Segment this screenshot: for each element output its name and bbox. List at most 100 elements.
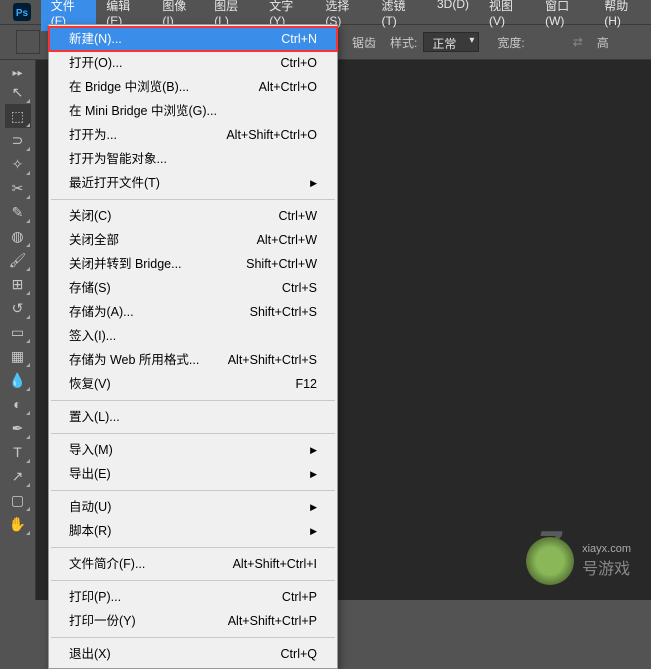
menu-item[interactable]: 在 Bridge 中浏览(B)...Alt+Ctrl+O <box>49 75 337 99</box>
menu-窗口[interactable]: 窗口(W) <box>535 0 594 31</box>
menu-item[interactable]: 在 Mini Bridge 中浏览(G)... <box>49 99 337 123</box>
menu-3d[interactable]: 3D(D) <box>427 0 479 31</box>
menu-item-label: 关闭(C) <box>69 207 111 225</box>
menu-item-label: 文件简介(F)... <box>69 555 145 573</box>
submenu-arrow-icon: ▶ <box>310 441 317 459</box>
menu-item-shortcut: Alt+Shift+Ctrl+P <box>228 612 317 630</box>
menu-item[interactable]: 最近打开文件(T)▶ <box>49 171 337 195</box>
menu-item-label: 打印(P)... <box>69 588 121 606</box>
menu-item[interactable]: 脚本(R)▶ <box>49 519 337 543</box>
menu-item[interactable]: 置入(L)... <box>49 405 337 429</box>
app-logo-icon: Ps <box>12 2 33 22</box>
shape-tool[interactable]: ▢ <box>5 488 31 512</box>
menu-item[interactable]: 导入(M)▶ <box>49 438 337 462</box>
menu-视图[interactable]: 视图(V) <box>479 0 535 31</box>
watermark-text: 号游戏 <box>582 555 631 579</box>
menubar: Ps 文件(F)编辑(E)图像(I)图层(L)文字(Y)选择(S)滤镜(T)3D… <box>0 0 651 24</box>
svg-text:Ps: Ps <box>16 8 29 19</box>
menu-item-label: 在 Mini Bridge 中浏览(G)... <box>69 102 217 120</box>
menu-item[interactable]: 打印一份(Y) Alt+Shift+Ctrl+P <box>49 609 337 633</box>
menu-item[interactable]: 存储(S)Ctrl+S <box>49 276 337 300</box>
menu-item-shortcut: Alt+Shift+Ctrl+O <box>226 126 317 144</box>
menu-item-shortcut: Ctrl+P <box>282 588 317 606</box>
crop-tool[interactable]: ✂ <box>5 176 31 200</box>
menu-item-label: 打开(O)... <box>69 54 122 72</box>
style-select[interactable]: 正常 <box>423 32 479 52</box>
history-tool[interactable]: ↺ <box>5 296 31 320</box>
menu-separator <box>51 433 335 434</box>
menu-separator <box>51 547 335 548</box>
submenu-arrow-icon: ▶ <box>310 522 317 540</box>
menu-item-shortcut: Ctrl+W <box>278 207 317 225</box>
move-tool[interactable]: ↖ <box>5 80 31 104</box>
menu-item-label: 存储为 Web 所用格式... <box>69 351 199 369</box>
menu-item[interactable]: 打开(O)...Ctrl+O <box>49 51 337 75</box>
file-menu-dropdown: 新建(N)...Ctrl+N打开(O)...Ctrl+O在 Bridge 中浏览… <box>48 24 338 669</box>
gradient-tool[interactable]: ▦ <box>5 344 31 368</box>
eyedropper-tool[interactable]: ✎ <box>5 200 31 224</box>
blur-tool[interactable]: 💧 <box>5 368 31 392</box>
menu-item[interactable]: 关闭并转到 Bridge... Shift+Ctrl+W <box>49 252 337 276</box>
type-tool[interactable]: T <box>5 440 31 464</box>
tool-preset-icon[interactable] <box>16 30 40 54</box>
menu-item-label: 恢复(V) <box>69 375 111 393</box>
submenu-arrow-icon: ▶ <box>310 174 317 192</box>
menu-item[interactable]: 自动(U)▶ <box>49 495 337 519</box>
menu-item-label: 置入(L)... <box>69 408 120 426</box>
menu-滤镜[interactable]: 滤镜(T) <box>371 0 427 31</box>
menu-item-label: 存储为(A)... <box>69 303 134 321</box>
menu-item-shortcut: Alt+Shift+Ctrl+I <box>233 555 317 573</box>
menu-item-label: 关闭全部 <box>69 231 119 249</box>
menu-separator <box>51 400 335 401</box>
menu-item[interactable]: 打开为... Alt+Shift+Ctrl+O <box>49 123 337 147</box>
menu-item-shortcut: Alt+Shift+Ctrl+S <box>228 351 317 369</box>
tools-panel: ▸▸ ↖⬚⊃✧✂✎◍🖌⊞↺▭▦💧◐✒T↗▢✋ <box>0 60 36 600</box>
menu-item[interactable]: 文件简介(F)... Alt+Shift+Ctrl+I <box>49 552 337 576</box>
width-label: 宽度: <box>497 34 524 51</box>
menu-item-shortcut: Alt+Ctrl+O <box>259 78 317 96</box>
menu-item-shortcut: F12 <box>295 375 317 393</box>
menu-item-label: 关闭并转到 Bridge... <box>69 255 182 273</box>
antialias-text: 锯齿 <box>352 34 376 51</box>
pen-tool[interactable]: ✒ <box>5 416 31 440</box>
menu-帮助[interactable]: 帮助(H) <box>594 0 651 31</box>
marquee-tool[interactable]: ⬚ <box>5 104 31 128</box>
menu-item[interactable]: 恢复(V) F12 <box>49 372 337 396</box>
menu-item[interactable]: 新建(N)...Ctrl+N <box>49 27 337 51</box>
menu-item-label: 打开为... <box>69 126 117 144</box>
menu-separator <box>51 490 335 491</box>
menu-item-label: 导出(E) <box>69 465 111 483</box>
eraser-tool[interactable]: ▭ <box>5 320 31 344</box>
menu-separator <box>51 580 335 581</box>
menu-item-label: 签入(I)... <box>69 327 116 345</box>
watermark-logo-icon <box>526 537 574 585</box>
menu-item-label: 退出(X) <box>69 645 111 663</box>
menu-item[interactable]: 导出(E) ▶ <box>49 462 337 486</box>
expand-tools-icon[interactable]: ▸▸ <box>5 66 31 80</box>
stamp-tool[interactable]: ⊞ <box>5 272 31 296</box>
heal-tool[interactable]: ◍ <box>5 224 31 248</box>
path-tool[interactable]: ↗ <box>5 464 31 488</box>
submenu-arrow-icon: ▶ <box>310 465 317 483</box>
dodge-tool[interactable]: ◐ <box>5 392 31 416</box>
menu-item[interactable]: 打印(P)... Ctrl+P <box>49 585 337 609</box>
menu-item[interactable]: 存储为(A)... Shift+Ctrl+S <box>49 300 337 324</box>
menu-item-shortcut: Ctrl+Q <box>281 645 317 663</box>
menu-item[interactable]: 打开为智能对象... <box>49 147 337 171</box>
hand-tool[interactable]: ✋ <box>5 512 31 536</box>
menu-item[interactable]: 关闭全部 Alt+Ctrl+W <box>49 228 337 252</box>
watermark: xiayx.com 号游戏 <box>526 537 631 585</box>
lasso-tool[interactable]: ⊃ <box>5 128 31 152</box>
wand-tool[interactable]: ✧ <box>5 152 31 176</box>
menu-item[interactable]: 退出(X) Ctrl+Q <box>49 642 337 666</box>
menu-item-shortcut: Alt+Ctrl+W <box>257 231 317 249</box>
brush-tool[interactable]: 🖌 <box>5 248 31 272</box>
menu-separator <box>51 637 335 638</box>
menu-item[interactable]: 存储为 Web 所用格式... Alt+Shift+Ctrl+S <box>49 348 337 372</box>
menu-item[interactable]: 关闭(C) Ctrl+W <box>49 204 337 228</box>
menu-item-shortcut: Shift+Ctrl+S <box>250 303 317 321</box>
menu-item-shortcut: Shift+Ctrl+W <box>246 255 317 273</box>
menu-item-label: 打印一份(Y) <box>69 612 136 630</box>
menu-item[interactable]: 签入(I)... <box>49 324 337 348</box>
menu-item-shortcut: Ctrl+S <box>282 279 317 297</box>
